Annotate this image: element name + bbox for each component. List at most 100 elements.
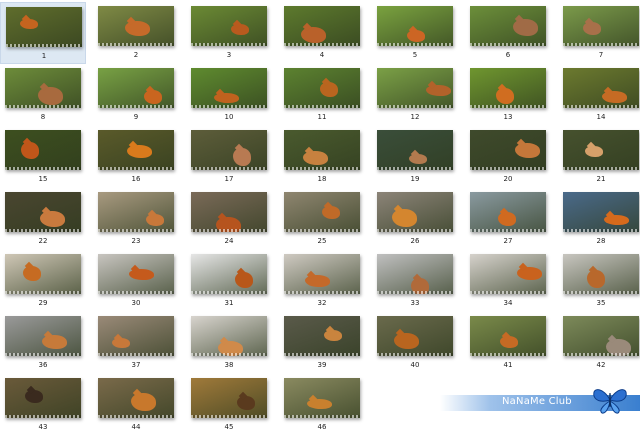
thumbnail-item[interactable]: 26: [372, 188, 458, 250]
thumbnail-item[interactable]: 20: [465, 126, 551, 188]
thumbnail-label: 37: [131, 361, 141, 369]
thumbnail-item[interactable]: 42: [558, 312, 640, 374]
thumbnail-item[interactable]: 34: [465, 250, 551, 312]
thumbnail-item[interactable]: 19: [372, 126, 458, 188]
thumbnail-item[interactable]: 12: [372, 64, 458, 126]
thumbnail-band: [191, 415, 267, 418]
thumbnail-image: [377, 254, 453, 294]
fox-figure: [301, 27, 326, 43]
thumbnail-item[interactable]: 11: [279, 64, 365, 126]
thumbnail-item[interactable]: 38: [186, 312, 272, 374]
thumbnail-band: [563, 43, 639, 46]
thumbnail-label: 44: [131, 423, 141, 431]
thumbnail-band: [98, 43, 174, 46]
thumbnail-item[interactable]: 29: [0, 250, 86, 312]
thumbnail-label: 25: [317, 237, 327, 245]
thumbnail-band: [6, 44, 82, 47]
thumbnail-label: 41: [503, 361, 513, 369]
thumbnail-item[interactable]: 5: [372, 2, 458, 64]
thumbnail-label: 13: [503, 113, 513, 121]
thumbnail-label: 34: [503, 299, 513, 307]
fox-figure: [125, 21, 150, 36]
thumbnail-image: [563, 68, 639, 108]
thumbnail-item[interactable]: 40: [372, 312, 458, 374]
thumbnail-label: 19: [410, 175, 420, 183]
thumbnail-band: [191, 43, 267, 46]
thumbnail-image: [470, 192, 546, 232]
thumbnail-item[interactable]: 44: [93, 374, 179, 436]
thumbnail-item[interactable]: 4: [279, 2, 365, 64]
thumbnail-label: 7: [598, 51, 604, 59]
thumbnail-item[interactable]: 35: [558, 250, 640, 312]
thumbnail-band: [284, 415, 360, 418]
thumbnail-band: [470, 43, 546, 46]
thumbnail-band: [284, 291, 360, 294]
thumbnail-item[interactable]: 22: [0, 188, 86, 250]
thumbnail-band: [377, 353, 453, 356]
thumbnail-label: 14: [596, 113, 606, 121]
fox-figure: [322, 206, 340, 219]
fox-figure: [214, 93, 239, 103]
thumbnail-image: [377, 6, 453, 46]
thumbnail-item[interactable]: 23: [93, 188, 179, 250]
thumbnail-item[interactable]: 31: [186, 250, 272, 312]
fox-figure: [303, 151, 328, 165]
thumbnail-label: 40: [410, 361, 420, 369]
fox-figure: [235, 272, 253, 288]
thumbnail-band: [377, 229, 453, 232]
thumbnail-item[interactable]: 24: [186, 188, 272, 250]
thumbnail-item[interactable]: 36: [0, 312, 86, 374]
thumbnail-item[interactable]: 3: [186, 2, 272, 64]
thumbnail-item[interactable]: 33: [372, 250, 458, 312]
thumbnail-item[interactable]: 27: [465, 188, 551, 250]
thumbnail-image: [470, 254, 546, 294]
thumbnail-band: [377, 167, 453, 170]
thumbnail-band: [470, 291, 546, 294]
thumbnail-item[interactable]: 32: [279, 250, 365, 312]
thumbnail-image: [191, 68, 267, 108]
thumbnail-label: 46: [317, 423, 327, 431]
thumbnail-item[interactable]: 25: [279, 188, 365, 250]
thumbnail-band: [563, 229, 639, 232]
thumbnail-image: [377, 68, 453, 108]
thumbnail-label: 32: [317, 299, 327, 307]
thumbnail-item[interactable]: 39: [279, 312, 365, 374]
thumbnail-image: [98, 254, 174, 294]
thumbnail-item[interactable]: 6: [465, 2, 551, 64]
thumbnail-item[interactable]: 7: [558, 2, 640, 64]
thumbnail-item[interactable]: 18: [279, 126, 365, 188]
fox-figure: [500, 336, 518, 348]
thumbnail-item[interactable]: 2: [93, 2, 179, 64]
thumbnail-item[interactable]: 43: [0, 374, 86, 436]
thumbnail-item[interactable]: 28: [558, 188, 640, 250]
thumbnail-band: [470, 105, 546, 108]
thumbnail-band: [563, 167, 639, 170]
watermark: NaNaMe Club: [440, 389, 640, 414]
thumbnail-image: [563, 130, 639, 170]
thumbnail-band: [284, 105, 360, 108]
thumbnail-item[interactable]: 1: [0, 2, 86, 64]
thumbnail-item[interactable]: 37: [93, 312, 179, 374]
thumbnail-item[interactable]: 14: [558, 64, 640, 126]
fox-figure: [233, 148, 251, 166]
thumbnail-image: [284, 6, 360, 46]
thumbnail-item[interactable]: 46: [279, 374, 365, 436]
thumbnail-item[interactable]: 16: [93, 126, 179, 188]
thumbnail-item[interactable]: 21: [558, 126, 640, 188]
thumbnail-item[interactable]: 13: [465, 64, 551, 126]
thumbnail-item[interactable]: 17: [186, 126, 272, 188]
thumbnail-item[interactable]: 30: [93, 250, 179, 312]
thumbnail-band: [5, 353, 81, 356]
fox-figure: [407, 30, 425, 42]
thumbnail-image: [5, 378, 81, 418]
thumbnail-band: [5, 291, 81, 294]
thumbnail-item[interactable]: 41: [465, 312, 551, 374]
thumbnail-band: [284, 229, 360, 232]
thumbnail-item[interactable]: 45: [186, 374, 272, 436]
thumbnail-item[interactable]: 15: [0, 126, 86, 188]
thumbnail-band: [563, 105, 639, 108]
thumbnail-item[interactable]: 8: [0, 64, 86, 126]
thumbnail-item[interactable]: 10: [186, 64, 272, 126]
fox-figure: [231, 24, 249, 35]
thumbnail-item[interactable]: 9: [93, 64, 179, 126]
